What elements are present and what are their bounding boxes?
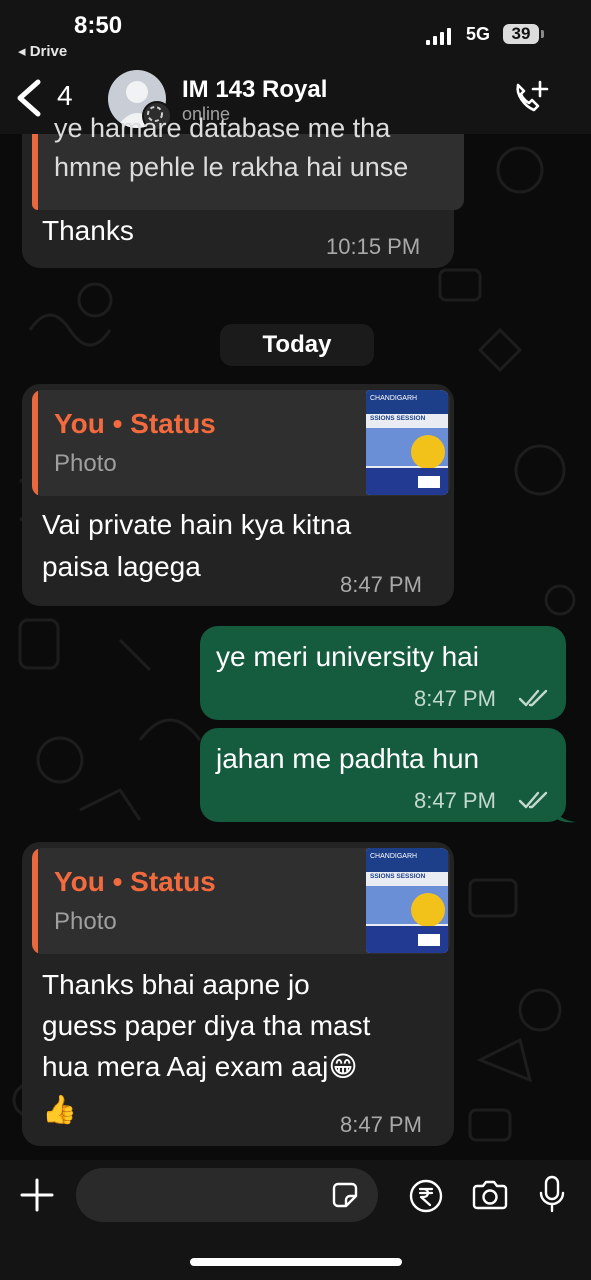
contact-name[interactable]: IM 143 Royal [182,76,327,104]
status-thumbnail: CHANDIGARH SSIONS SESSION [366,848,448,953]
message-time: 8:47 PM [340,1112,422,1137]
plus-icon[interactable] [18,1176,56,1214]
battery-cap [541,30,544,38]
message-time: 8:47 PM [414,686,496,711]
message-text: guess paper diya tha mast [42,1010,371,1041]
quote-accent-bar [32,848,38,954]
message-text: paisa lagega [42,551,201,582]
thumbnail-text: CHANDIGARH [370,853,417,860]
message-time: 10:15 PM [326,234,421,259]
battery-icon: 39 [503,24,539,44]
status-thumbnail: CHANDIGARH SSIONS SESSION [366,390,448,495]
quote-subtitle: Photo [54,908,117,935]
phone-add-icon[interactable] [510,78,552,118]
quote-title: You • Status [54,408,216,439]
status-reply-quote[interactable]: You • Status Photo CHANDIGARH SSIONS SES… [32,848,450,954]
network-label: 5G [466,24,491,44]
double-check-icon [518,689,548,707]
message-text: jahan me padhta hun [216,743,480,774]
message-text: 👍 [42,1094,77,1125]
message-text: Vai private hain kya kitna [42,509,352,540]
double-check-icon [518,791,548,809]
microphone-icon[interactable] [536,1174,568,1214]
rupee-icon[interactable] [408,1178,444,1214]
quoted-text: hmne pehle le rakha hai unse [54,152,409,182]
message-bubble-incoming[interactable]: ye hamare database me tha hmne pehle le … [22,113,464,268]
message-bubble-incoming[interactable]: You • Status Photo CHANDIGARH SSIONS SES… [22,384,454,606]
message-text: ye meri university hai [216,641,479,672]
bubble-tail [552,806,576,823]
quote-subtitle: Photo [54,450,117,477]
quote-accent-bar [32,134,38,210]
camera-icon[interactable] [470,1178,510,1214]
thumbnail-text: SSIONS SESSION [370,873,426,880]
message-bubble-incoming[interactable]: You • Status Photo CHANDIGARH SSIONS SES… [22,842,454,1146]
message-text: hua mera Aaj exam aaj😁 [42,1051,358,1082]
message-time: 8:47 PM [340,572,422,597]
signal-icon [426,28,451,45]
quoted-text-fragment: ye hamare database me tha [54,113,391,143]
sticker-icon[interactable] [330,1180,360,1210]
quote-accent-bar [32,390,38,496]
message-text: Thanks bhai aapne jo [42,969,310,1000]
quote-title: You • Status [54,866,216,897]
message-bubble-outgoing[interactable]: ye meri university hai 8:47 PM [200,626,566,720]
back-to-app-link[interactable]: ◂ Drive [18,42,67,60]
message-bubble-outgoing[interactable]: jahan me padhta hun 8:47 PM [200,728,566,822]
home-indicator[interactable] [190,1258,402,1266]
chevron-left-icon[interactable] [12,78,48,118]
message-time: 8:47 PM [414,788,496,813]
date-separator: Today [220,324,374,366]
status-reply-quote[interactable]: You • Status Photo CHANDIGARH SSIONS SES… [32,390,450,496]
quoted-message[interactable]: ye hamare database me tha hmne pehle le … [32,113,464,210]
message-text: Thanks [42,215,134,246]
status-time: 8:50 [74,12,123,39]
thumbnail-text: SSIONS SESSION [370,415,426,422]
thumbnail-text: CHANDIGARH [370,395,417,402]
